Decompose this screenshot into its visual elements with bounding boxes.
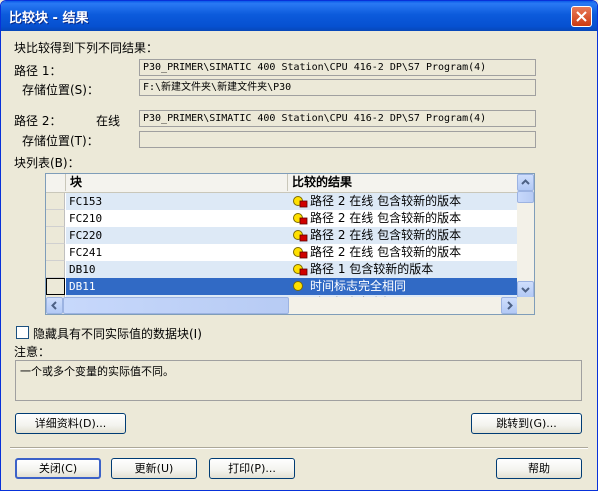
button-separator [10, 447, 588, 449]
table-row[interactable]: FC220 路径 2 在线 包含较新的版本 [66, 227, 518, 244]
scroll-up-icon [521, 179, 530, 185]
path1-storage-field: F:\新建文件夹\新建文件夹\P30 [139, 79, 536, 96]
compare-status-icon [293, 264, 308, 276]
path2-storage-label: 存储位置(T)： [22, 134, 99, 148]
result-text: 时间标志完全相同 [310, 279, 407, 293]
table-row[interactable]: FC241 路径 2 在线 包含较新的版本 [66, 244, 518, 261]
list-header: 块 比较的结果 [46, 174, 518, 193]
intro-label: 块比较得到下列不同结果： [14, 41, 159, 55]
row-selector[interactable] [46, 278, 65, 295]
block-name-cell: DB11 [69, 280, 96, 293]
horizontal-scroll-thumb[interactable] [63, 297, 289, 314]
vertical-scroll-thumb[interactable] [517, 191, 534, 203]
hide-datablocks-checkbox[interactable] [16, 326, 29, 339]
scroll-right-icon [507, 301, 513, 310]
compare-status-icon [293, 230, 308, 242]
close-window-button[interactable] [571, 6, 592, 27]
result-text: 路径 2 在线 包含较新的版本 [310, 245, 462, 259]
table-row[interactable]: FC210 路径 2 在线 包含较新的版本 [66, 210, 518, 227]
vertical-scrollbar[interactable] [517, 174, 534, 298]
block-list-label: 块列表(B)： [14, 156, 80, 170]
row-selector[interactable] [46, 244, 65, 261]
horizontal-scrollbar[interactable] [46, 297, 518, 314]
row-selector[interactable] [46, 210, 65, 227]
compare-status-icon [293, 281, 303, 291]
table-row[interactable]: DB11 时间标志完全相同 [66, 278, 518, 295]
compare-blocks-dialog: 比较块 - 结果 块比较得到下列不同结果： 路径 1： P30_PRIMER\S… [0, 0, 598, 491]
hide-datablocks-label[interactable]: 隐藏具有不同实际值的数据块(I) [33, 325, 202, 342]
path2-label: 路径 2： [14, 114, 62, 128]
row-header-corner [46, 174, 66, 191]
row-selector[interactable] [46, 261, 65, 278]
block-name-cell: FC220 [69, 229, 103, 242]
title-bar: 比较块 - 结果 [1, 1, 597, 31]
notes-text: 一个或多个变量的实际值不同。 [20, 365, 174, 378]
close-button[interactable]: 关闭(C) [15, 458, 101, 479]
window-title: 比较块 - 结果 [9, 11, 89, 26]
column-header-block[interactable]: 块 [66, 174, 288, 191]
scroll-down-button[interactable] [517, 281, 534, 298]
scroll-corner [517, 297, 534, 314]
column-header-result[interactable]: 比较的结果 [288, 174, 518, 191]
print-button[interactable]: 打印(P)... [209, 458, 295, 479]
scroll-right-button[interactable] [501, 297, 518, 314]
path1-label: 路径 1： [14, 64, 62, 78]
table-row[interactable]: DB10 路径 1 包含较新的版本 [66, 261, 518, 278]
row-selector[interactable] [46, 193, 65, 210]
result-text: 路径 1 包含较新的版本 [310, 262, 434, 276]
compare-status-icon [293, 247, 308, 259]
path2-storage-field [139, 131, 536, 148]
result-text: 路径 2 在线 包含较新的版本 [310, 211, 462, 225]
compare-status-icon [293, 213, 308, 225]
compare-status-icon [293, 196, 308, 208]
block-list[interactable]: 块 比较的结果 FC153 路径 2 在线 包含较新的版本 FC210 路径 2 在线… [45, 173, 535, 315]
table-row[interactable]: FC153 路径 2 在线 包含较新的版本 [66, 193, 518, 210]
path2-online-label: 在线 [96, 114, 121, 128]
result-text: 路径 2 在线 包含较新的版本 [310, 194, 462, 208]
block-name-cell: FC153 [69, 195, 103, 208]
result-text: 路径 2 在线 包含较新的版本 [310, 228, 462, 242]
goto-button[interactable]: 跳转到(G)... [471, 413, 582, 434]
scroll-left-icon [51, 301, 57, 310]
help-button[interactable]: 帮助 [496, 458, 582, 479]
block-name-cell: FC210 [69, 212, 103, 225]
notes-box: 一个或多个变量的实际值不同。 [15, 360, 582, 401]
row-selector[interactable] [46, 227, 65, 244]
path1-field: P30_PRIMER\SIMATIC 400 Station\CPU 416-2… [139, 59, 536, 76]
close-icon [576, 11, 587, 22]
scroll-left-button[interactable] [46, 297, 63, 314]
notes-label: 注意： [14, 345, 51, 359]
details-button[interactable]: 详细资料(D)... [15, 413, 126, 434]
scroll-down-icon [521, 287, 530, 293]
path2-field: P30_PRIMER\SIMATIC 400 Station\CPU 416-2… [139, 110, 536, 127]
update-button[interactable]: 更新(U) [111, 458, 197, 479]
path1-storage-label: 存储位置(S)： [22, 83, 99, 97]
block-name-cell: DB10 [69, 263, 96, 276]
block-name-cell: FC241 [69, 246, 103, 259]
scroll-up-button[interactable] [517, 174, 534, 191]
